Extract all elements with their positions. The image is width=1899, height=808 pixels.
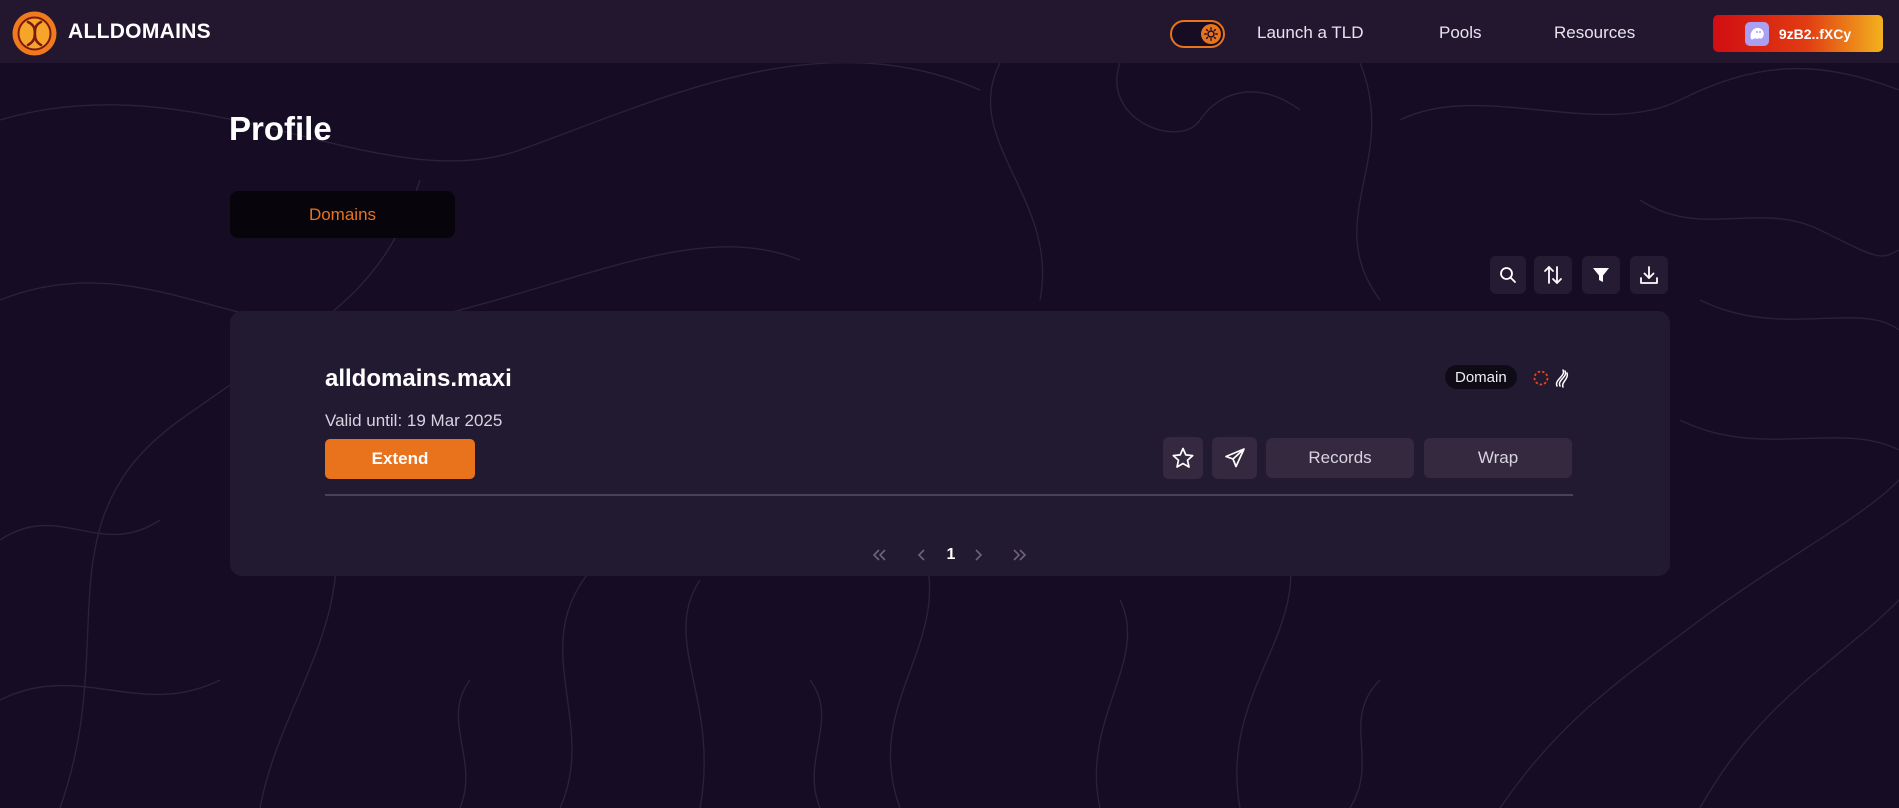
domain-type-badge: Domain	[1445, 365, 1517, 389]
send-icon	[1224, 448, 1245, 468]
valid-until-text: Valid until: 19 Mar 2025	[325, 411, 503, 430]
brand-name[interactable]: ALLDOMAINS	[68, 20, 211, 44]
alldomains-logo[interactable]	[11, 10, 58, 57]
search-icon	[1500, 267, 1516, 283]
sort-button[interactable]	[1534, 256, 1572, 294]
double-chevron-right-icon	[1013, 549, 1027, 561]
nav-launch-tld[interactable]: Launch a TLD	[1257, 23, 1363, 43]
prev-page-button[interactable]	[912, 543, 932, 567]
star-icon	[1172, 447, 1194, 468]
extend-button[interactable]: Extend	[325, 439, 475, 479]
last-page-button[interactable]	[1007, 543, 1031, 567]
nav-pools[interactable]: Pools	[1439, 23, 1482, 43]
phantom-wallet-icon	[1744, 21, 1769, 46]
loading-spinner-icon	[1533, 370, 1549, 386]
current-page-number[interactable]: 1	[941, 543, 961, 567]
transfer-button[interactable]	[1212, 437, 1257, 479]
next-page-button[interactable]	[968, 543, 988, 567]
page-title: Profile	[229, 110, 332, 147]
theme-toggle[interactable]	[1170, 20, 1225, 48]
solana-icon	[1555, 369, 1569, 388]
favorite-button[interactable]	[1163, 437, 1203, 479]
filter-icon	[1593, 268, 1609, 282]
wallet-button[interactable]: 9zB2..fXCy	[1713, 15, 1883, 52]
download-icon	[1640, 266, 1658, 284]
filter-button[interactable]	[1582, 256, 1620, 294]
chevron-right-icon	[975, 549, 983, 561]
sun-icon	[1201, 24, 1221, 44]
wrap-button[interactable]: Wrap	[1424, 438, 1572, 478]
nav-resources[interactable]: Resources	[1554, 23, 1635, 43]
tab-domains[interactable]: Domains	[230, 191, 455, 238]
domain-card: alldomains.maxi Valid until: 19 Mar 2025…	[230, 311, 1670, 576]
double-chevron-left-icon	[872, 549, 886, 561]
row-divider	[325, 494, 1573, 496]
domain-name[interactable]: alldomains.maxi	[325, 365, 512, 393]
wallet-address: 9zB2..fXCy	[1778, 25, 1852, 42]
search-button[interactable]	[1490, 256, 1526, 294]
sort-icon	[1544, 266, 1562, 284]
profile-page: ALLDOMAINS Launch a TLD Pools Resources	[0, 0, 1899, 808]
download-button[interactable]	[1630, 256, 1668, 294]
top-header: ALLDOMAINS Launch a TLD Pools Resources	[0, 0, 1899, 63]
chevron-left-icon	[917, 549, 925, 561]
records-button[interactable]: Records	[1266, 438, 1414, 478]
first-page-button[interactable]	[868, 543, 892, 567]
